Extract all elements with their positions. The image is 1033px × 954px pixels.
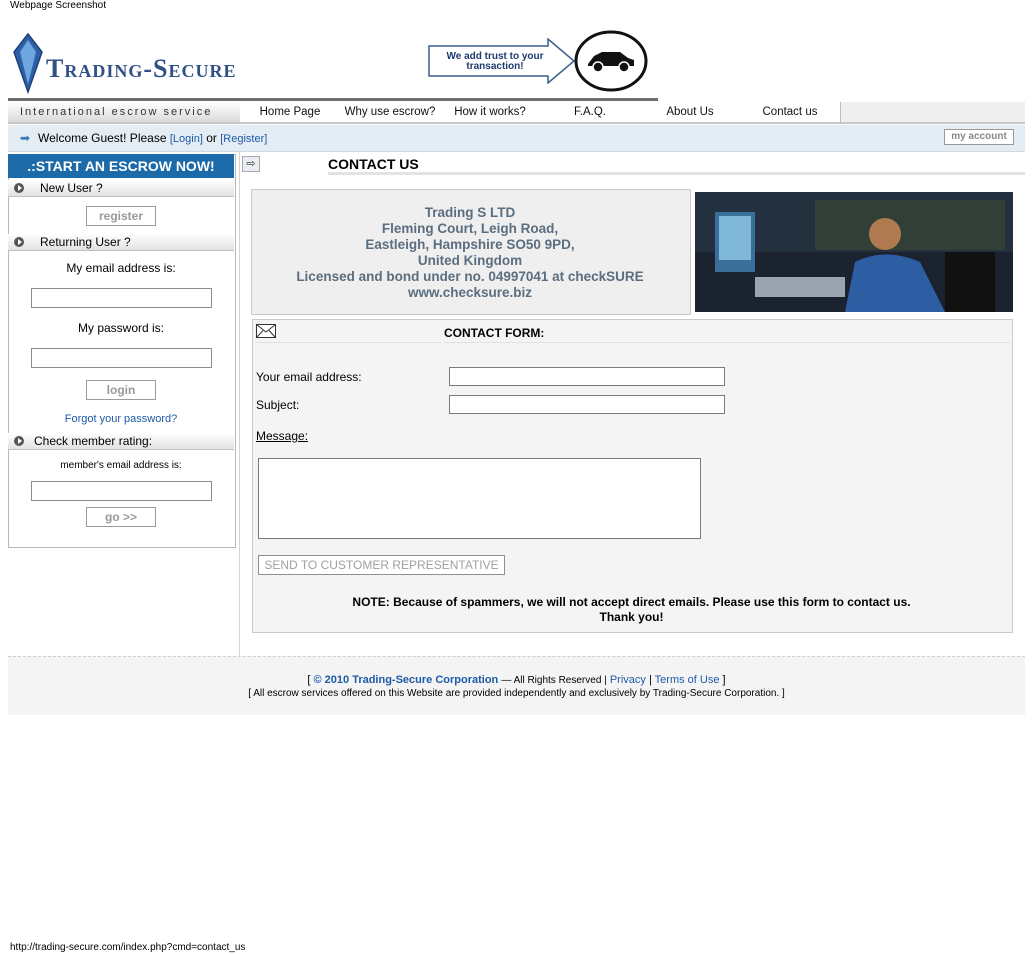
privacy-link[interactable]: Privacy bbox=[610, 674, 646, 686]
go-button[interactable]: go >> bbox=[86, 507, 156, 527]
login-link[interactable]: [Login] bbox=[170, 133, 203, 145]
member-rating-title: Check member rating: bbox=[34, 434, 153, 448]
welcome-or: or bbox=[206, 131, 217, 145]
terms-link[interactable]: Terms of Use bbox=[655, 674, 720, 686]
new-user-title: New User ? bbox=[40, 181, 103, 195]
thank-you-note: Thank you! bbox=[599, 610, 664, 624]
member-email-label: member's email address is: bbox=[60, 460, 182, 471]
nav-why-escrow[interactable]: Why use escrow? bbox=[340, 102, 441, 122]
welcome-text: Welcome Guest! Please bbox=[38, 131, 167, 145]
form-header-left bbox=[255, 324, 441, 343]
nav-home[interactable]: Home Page bbox=[240, 102, 341, 122]
company-license: Licensed and bond under no. 04997041 at … bbox=[296, 269, 644, 284]
footer-line-1: [ © 2010 Trading-Secure Corporation — Al… bbox=[8, 674, 1025, 686]
my-account-button[interactable]: my account bbox=[944, 129, 1014, 145]
email-label: My email address is: bbox=[66, 261, 176, 275]
footer-separator: | bbox=[648, 674, 652, 686]
header-divider bbox=[8, 98, 658, 101]
site-logo[interactable]: Trading-Secure bbox=[12, 32, 242, 102]
start-escrow-header[interactable]: .:START AN ESCROW NOW! bbox=[8, 154, 234, 178]
arrow-right-icon: ➡ bbox=[20, 131, 31, 145]
register-button[interactable]: register bbox=[86, 206, 156, 226]
welcome-message: Welcome Guest! Please [Login] or [Regist… bbox=[38, 131, 267, 145]
register-link[interactable]: [Register] bbox=[220, 133, 267, 145]
page-caption: Webpage Screenshot bbox=[10, 0, 106, 11]
footer-bracket-open: [ bbox=[307, 674, 311, 686]
logo-diamond-icon bbox=[13, 32, 43, 94]
company-name: Trading S LTD bbox=[424, 205, 516, 220]
login-email-field[interactable] bbox=[31, 288, 212, 308]
play-bullet-icon bbox=[14, 436, 24, 446]
footer-bracket-close: ] bbox=[722, 674, 726, 686]
returning-user-title: Returning User ? bbox=[40, 235, 131, 249]
trust-badge-text: We add trust to your transaction! bbox=[446, 51, 544, 72]
login-password-field[interactable] bbox=[31, 348, 212, 368]
member-email-field[interactable] bbox=[31, 481, 212, 501]
forgot-password-link[interactable]: Forgot your password? bbox=[8, 413, 234, 425]
company-address-2: Eastleigh, Hampshire SO50 9PD, bbox=[365, 237, 575, 252]
contact-email-field[interactable] bbox=[449, 367, 725, 386]
email-address-label: Your email address: bbox=[256, 370, 362, 384]
company-country: United Kingdom bbox=[417, 253, 523, 268]
car-badge-icon bbox=[574, 30, 648, 92]
member-rating-section: Check member rating: bbox=[8, 433, 234, 450]
password-label: My password is: bbox=[77, 321, 165, 335]
nav-how-it-works[interactable]: How it works? bbox=[440, 102, 541, 122]
nav-tagline: International escrow service bbox=[8, 102, 240, 122]
status-url: http://trading-secure.com/index.php?cmd=… bbox=[10, 942, 246, 953]
new-user-section: New User ? bbox=[8, 180, 234, 197]
play-bullet-icon bbox=[14, 237, 24, 247]
login-button[interactable]: login bbox=[86, 380, 156, 400]
message-label: Message: bbox=[256, 429, 309, 443]
returning-user-section: Returning User ? bbox=[8, 234, 234, 251]
send-button[interactable]: SEND TO CUSTOMER REPRESENTATIVE bbox=[258, 555, 505, 575]
subject-label: Subject: bbox=[256, 398, 300, 412]
page-arrow-icon: ⇨ bbox=[242, 156, 260, 172]
envelope-icon bbox=[256, 324, 276, 338]
play-bullet-icon bbox=[14, 183, 24, 193]
column-divider bbox=[239, 152, 240, 658]
spam-note: NOTE: Because of spammers, we will not a… bbox=[352, 595, 911, 609]
nav-faq[interactable]: F.A.Q. bbox=[540, 102, 641, 122]
rights-text: — All Rights Reserved | bbox=[501, 675, 607, 686]
support-agent-photo bbox=[695, 192, 1013, 312]
page-title: CONTACT US bbox=[328, 156, 1025, 175]
company-website[interactable]: www.checksure.biz bbox=[251, 285, 689, 300]
logo-text: Trading-Secure bbox=[46, 54, 237, 83]
company-address-1: Fleming Court, Leigh Road, bbox=[381, 221, 559, 236]
copyright-link[interactable]: © 2010 Trading-Secure Corporation bbox=[314, 674, 499, 686]
subject-field[interactable] bbox=[449, 395, 725, 414]
nav-about-us[interactable]: About Us bbox=[640, 102, 741, 122]
message-textarea[interactable] bbox=[258, 458, 701, 539]
contact-form-title: CONTACT FORM: bbox=[444, 324, 1010, 343]
nav-contact-us[interactable]: Contact us bbox=[740, 102, 841, 122]
footer-disclaimer: [ All escrow services offered on this We… bbox=[248, 688, 785, 699]
